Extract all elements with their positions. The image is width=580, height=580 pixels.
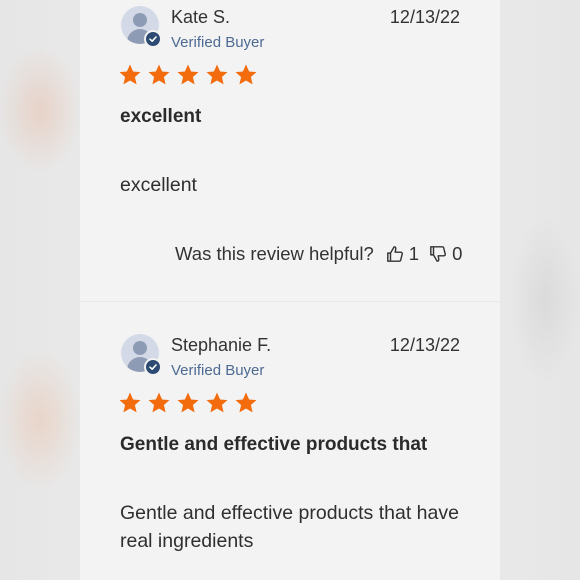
review-headline: excellent (120, 106, 202, 127)
verified-buyer-label: Verified Buyer (171, 34, 265, 51)
star-icon (148, 392, 170, 413)
star-icon (177, 64, 199, 85)
star-icon (206, 64, 228, 85)
helpful-vote-row: Was this review helpful? 1 0 (175, 243, 472, 265)
thumbs-up-count: 1 (408, 243, 420, 264)
review-divider (80, 301, 500, 302)
verified-buyer-label: Verified Buyer (171, 362, 265, 379)
review-headline: Gentle and effective products that (120, 434, 428, 455)
reviews-panel: Kate S. Verified Buyer 12/13/22 excellen… (80, 0, 500, 580)
review-body: excellent (120, 174, 197, 196)
star-rating (118, 63, 258, 87)
star-icon (148, 64, 170, 85)
star-icon (119, 64, 141, 85)
star-icon (235, 64, 257, 85)
check-badge-icon (144, 30, 162, 48)
reviewer-name: Stephanie F. (171, 335, 272, 355)
star-icon (206, 392, 228, 413)
thumbs-down-count: 0 (452, 243, 463, 264)
check-badge-icon (144, 358, 162, 376)
review-date: 12/13/22 (389, 335, 460, 355)
thumbs-up-icon[interactable] (386, 245, 404, 263)
reviewer-name: Kate S. (171, 7, 231, 27)
star-icon (235, 392, 257, 413)
review-body: Gentle and effective products that have … (120, 502, 459, 552)
star-icon (119, 392, 141, 413)
star-icon (177, 392, 199, 413)
star-rating (118, 391, 258, 415)
helpful-question: Was this review helpful? (175, 243, 374, 264)
review-date: 12/13/22 (389, 7, 460, 27)
thumbs-down-icon[interactable] (429, 245, 447, 263)
